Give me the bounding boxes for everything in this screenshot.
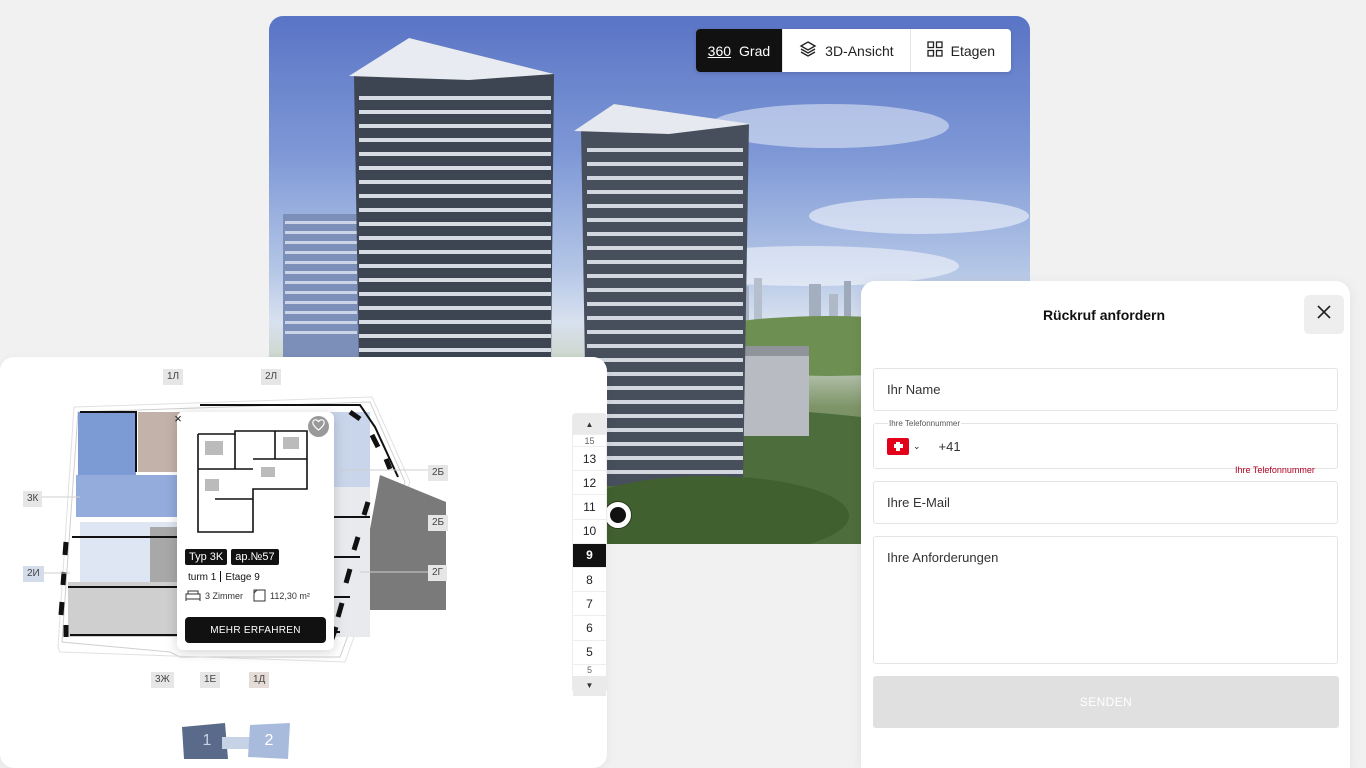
- close-icon: [1317, 305, 1331, 324]
- area-value: 112,30 m²: [270, 590, 310, 601]
- chevron-down-icon[interactable]: ⌄: [913, 441, 921, 452]
- section-page-2[interactable]: 2: [246, 723, 292, 759]
- requirements-placeholder: Ihre Anforderungen: [887, 550, 999, 565]
- floor-item-5[interactable]: 5: [573, 639, 606, 664]
- rooms-count: 3 Zimmer: [205, 590, 243, 601]
- phone-error-message: Ihre Telefonnummer: [1235, 465, 1315, 475]
- floor-item-6[interactable]: 6: [573, 615, 606, 639]
- section-page-1[interactable]: 1: [184, 723, 230, 759]
- section-tag-2l[interactable]: 2Л: [261, 369, 282, 385]
- floor-item-partial-bottom[interactable]: 5: [573, 663, 606, 676]
- view-floors-button[interactable]: Etagen: [909, 29, 1011, 72]
- floor-down-arrow[interactable]: ▼: [573, 675, 606, 696]
- name-field[interactable]: Ihr Name: [873, 368, 1338, 411]
- section-tag-2i[interactable]: 2И: [23, 566, 44, 582]
- view-360-button[interactable]: 360 Grad: [695, 29, 783, 72]
- section-pager: 1 2: [180, 723, 292, 759]
- section-tag-2b-2[interactable]: 2Б: [428, 515, 449, 531]
- floor-item-8[interactable]: 8: [573, 566, 606, 591]
- phone-value: +41: [938, 438, 961, 454]
- tower-label: turm 1: [188, 572, 217, 583]
- floor-selector: ▲ 15 13 12 11 10 9 8 7 6 5 5 ▼: [573, 414, 606, 696]
- grid-icon: [926, 41, 943, 60]
- view-floors-label: Etagen: [950, 42, 995, 59]
- section-tag-1d[interactable]: 1Д: [249, 672, 270, 688]
- view-360-label: Grad: [739, 42, 771, 59]
- heart-icon: [312, 418, 325, 436]
- view-switch: 360 Grad 3D-Ansicht Etagen: [695, 29, 1011, 72]
- caret-up-icon: ▲: [585, 419, 594, 429]
- floor-up-arrow[interactable]: ▲: [573, 414, 606, 434]
- requirements-field[interactable]: Ihre Anforderungen: [873, 536, 1338, 664]
- floor-plan-card: 1Л 2Л 3К 2Б 2Б 2И 2Г 3Ж 1Е 1Д × Typ 3K a…: [0, 357, 607, 768]
- close-icon[interactable]: ×: [171, 412, 185, 426]
- swiss-flag-icon[interactable]: [887, 437, 909, 455]
- section-tag-3k[interactable]: 3К: [23, 491, 43, 507]
- form-title: Rückruf anfordern: [1042, 307, 1166, 323]
- caret-down-icon: ▼: [585, 681, 594, 691]
- apartment-popup: × Typ 3K ap.№57 turm 1 Etage 9 3 Zimmer …: [174, 412, 334, 650]
- floor-item-13[interactable]: 13: [573, 446, 606, 470]
- view-360-number: 360: [707, 42, 732, 59]
- email-placeholder: Ihre E-Mail: [887, 495, 950, 510]
- more-info-button[interactable]: MEHR ERFAHREN: [185, 617, 326, 643]
- form-close-button[interactable]: [1304, 295, 1344, 334]
- floor-item-12[interactable]: 12: [573, 470, 606, 494]
- layers-icon: [799, 40, 817, 61]
- callback-form: Rückruf anfordern Ihr Name ⌄ +41 Ihre Te…: [861, 281, 1350, 768]
- bed-icon: [185, 590, 201, 601]
- floor-item-11[interactable]: 11: [573, 494, 606, 518]
- section-tag-2b-1[interactable]: 2Б: [428, 465, 449, 481]
- submit-button[interactable]: SENDEN: [873, 676, 1339, 728]
- phone-field[interactable]: ⌄ +41: [873, 423, 1338, 469]
- view-3d-button[interactable]: 3D-Ansicht: [782, 29, 909, 72]
- email-field[interactable]: Ihre E-Mail: [873, 481, 1338, 524]
- section-tag-1l[interactable]: 1Л: [163, 369, 184, 385]
- apartment-plan-thumbnail: [197, 430, 308, 533]
- section-tag-3zh[interactable]: 3Ж: [151, 672, 174, 688]
- rotate-drag-handle[interactable]: [605, 502, 631, 528]
- view-3d-label: 3D-Ansicht: [825, 42, 894, 59]
- apartment-location: turm 1 Etage 9: [188, 571, 260, 583]
- area-icon: [253, 589, 266, 602]
- apartment-specs: 3 Zimmer 112,30 m²: [185, 589, 310, 602]
- floor-item-9[interactable]: 9: [573, 542, 606, 567]
- phone-field-label: Ihre Telefonnummer: [888, 419, 961, 428]
- floor-label: Etage 9: [225, 572, 260, 583]
- section-tag-2g[interactable]: 2Г: [428, 565, 447, 581]
- section-tag-1e[interactable]: 1Е: [200, 672, 221, 688]
- floor-item-10[interactable]: 10: [573, 518, 606, 543]
- apartment-type-badge: Typ 3K: [185, 549, 228, 565]
- apartment-number-badge: ap.№57: [231, 549, 279, 565]
- floor-item-7[interactable]: 7: [573, 591, 606, 615]
- name-placeholder: Ihr Name: [887, 382, 941, 397]
- floor-item-partial-top[interactable]: 15: [573, 434, 606, 446]
